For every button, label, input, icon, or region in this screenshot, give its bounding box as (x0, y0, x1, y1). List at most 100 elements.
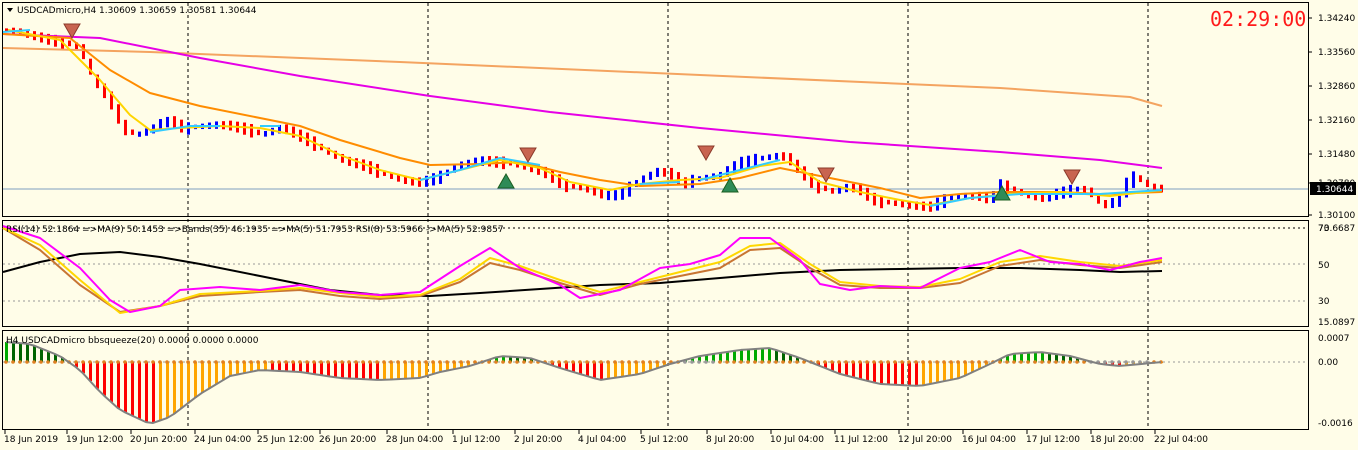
price-bar (1069, 184, 1072, 198)
squeeze-dot (326, 360, 330, 364)
squeeze-dot (1033, 360, 1037, 364)
sell-arrow (519, 147, 537, 164)
chart-symbol-header: USDCADmicro,H4 1.30609 1.30659 1.30581 1… (17, 6, 257, 16)
squeeze-dot (984, 360, 988, 364)
squeeze-dot (795, 360, 799, 364)
price-bar (985, 193, 988, 204)
squeeze-dot (662, 360, 666, 364)
squeeze-dot (578, 360, 582, 364)
price-bar (166, 116, 169, 128)
squeeze-hist-bar (89, 362, 92, 381)
squeeze-dot (627, 360, 631, 364)
squeeze-dot (1068, 360, 1072, 364)
chart-menu-icon[interactable] (7, 8, 13, 12)
time-tick-label: 5 Jul 12:00 (640, 435, 689, 445)
price-bar (1139, 175, 1142, 183)
squeeze-dot (46, 360, 50, 364)
squeeze-dot (1040, 360, 1044, 364)
squeeze-hist-bar (880, 362, 883, 385)
squeeze-hist-bar (628, 362, 631, 376)
price-bar (824, 185, 827, 192)
price-tick-label: 1.33560 (1318, 48, 1355, 58)
squeeze-hist-bar (411, 362, 414, 379)
price-bar (768, 154, 771, 161)
price-bar (887, 199, 890, 205)
squeeze-hist-bar (432, 362, 435, 375)
squeeze-hist-bar (173, 362, 176, 414)
price-bar (1083, 185, 1086, 193)
squeeze-tick-label: 0.00 (1318, 358, 1338, 368)
squeeze-hist-bar (852, 362, 855, 378)
squeeze-dot (361, 360, 365, 364)
price-bar (670, 167, 673, 180)
squeeze-dot (949, 360, 953, 364)
squeeze-dot (599, 360, 603, 364)
squeeze-dot (1005, 360, 1009, 364)
squeeze-dot (494, 360, 498, 364)
squeeze-dot (977, 360, 981, 364)
squeeze-hist-bar (740, 349, 743, 362)
squeeze-hist-bar (754, 349, 757, 362)
squeeze-hist-bar (418, 362, 421, 379)
rsi-tick-label: 70 (1318, 224, 1330, 234)
squeeze-hist-bar (341, 362, 344, 379)
squeeze-dot (865, 360, 869, 364)
squeeze-dot (207, 360, 211, 364)
squeeze-dot (431, 360, 435, 364)
squeeze-hist-bar (334, 362, 337, 378)
squeeze-dot (914, 360, 918, 364)
squeeze-dot (781, 360, 785, 364)
squeeze-hist-bar (26, 343, 29, 362)
squeeze-dot (830, 360, 834, 364)
time-tick-label: 28 Jun 04:00 (386, 435, 443, 445)
squeeze-hist-bar (369, 362, 372, 380)
price-bar (145, 128, 148, 136)
squeeze-dot (1117, 360, 1121, 364)
squeeze-dot (508, 360, 512, 364)
ma-cyan-line-seg (419, 157, 541, 181)
squeeze-dot (921, 360, 925, 364)
squeeze-hist-bar (152, 362, 155, 423)
rsi-header: RSI(14) 52.1864 =>MA(9) 50.1453 =>Bands(… (6, 225, 504, 235)
time-tick-label: 12 Jul 20:00 (898, 435, 952, 445)
squeeze-dot (900, 360, 904, 364)
squeeze-hist-bar (929, 362, 932, 384)
price-bar (250, 124, 253, 138)
price-bar (782, 152, 785, 161)
chart-canvas[interactable]: USDCADmicro,H4 1.30609 1.30659 1.30581 1… (0, 0, 1358, 450)
time-tick-label: 11 Jul 12:00 (834, 435, 888, 445)
squeeze-hist-bar (390, 362, 393, 380)
ma-salmon-line (2, 47, 1163, 107)
squeeze-hist-bar (383, 362, 386, 380)
squeeze-hist-bar (138, 362, 141, 419)
squeeze-dot (732, 360, 736, 364)
price-bar (607, 190, 610, 201)
squeeze-dot (137, 360, 141, 364)
price-bar (292, 126, 295, 138)
squeeze-hist-bar (894, 362, 897, 385)
rsi-tick-label: 50 (1318, 261, 1330, 271)
squeeze-dot (452, 360, 456, 364)
squeeze-dot (879, 360, 883, 364)
squeeze-dot (466, 360, 470, 364)
squeeze-dot (942, 360, 946, 364)
squeeze-hist-bar (887, 362, 890, 385)
squeeze-dot (739, 360, 743, 364)
squeeze-dot (1110, 360, 1114, 364)
squeeze-dot (81, 360, 85, 364)
squeeze-dot (417, 360, 421, 364)
price-tick-label: 1.30100 (1318, 211, 1355, 221)
price-bar (656, 167, 659, 177)
squeeze-dot (816, 360, 820, 364)
squeeze-dot (277, 360, 281, 364)
squeeze-dot (886, 360, 890, 364)
squeeze-dot (928, 360, 932, 364)
sell-arrow (697, 145, 715, 162)
squeeze-dot (963, 360, 967, 364)
squeeze-dot (767, 360, 771, 364)
trading-chart[interactable]: USDCADmicro,H4 1.30609 1.30659 1.30581 1… (0, 0, 1358, 450)
squeeze-dot (165, 360, 169, 364)
squeeze-hist-bar (201, 362, 204, 393)
price-bar (551, 170, 554, 183)
squeeze-dot (844, 360, 848, 364)
